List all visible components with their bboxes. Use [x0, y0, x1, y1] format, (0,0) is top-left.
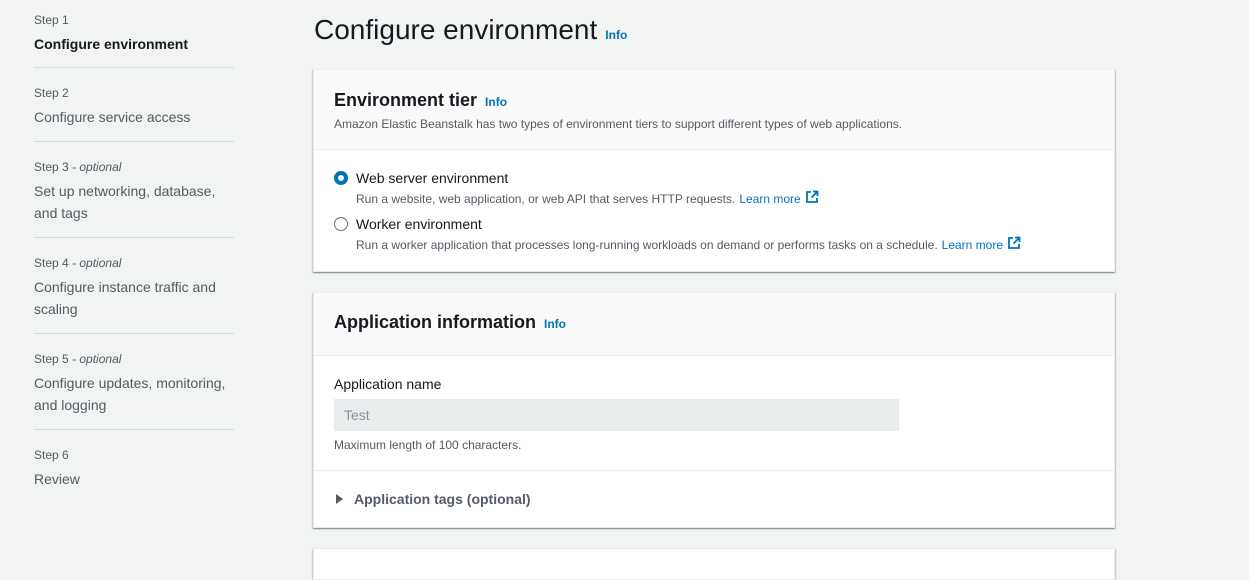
step-title[interactable]: Set up networking, database, and tags: [34, 180, 224, 224]
environment-tier-panel: Environment tier Info Amazon Elastic Bea…: [313, 69, 1115, 272]
step-4[interactable]: Step 4 - optional Configure instance tra…: [34, 238, 234, 334]
web-server-radio[interactable]: [334, 171, 348, 185]
application-name-input[interactable]: [334, 399, 899, 431]
expander-label: Application tags (optional): [354, 491, 531, 507]
step-label: Step 3 - optional: [34, 160, 122, 174]
application-name-section: Application name Maximum length of 100 c…: [314, 356, 1114, 471]
caret-right-icon: [336, 494, 343, 504]
radio-description: Run a worker application that processes …: [356, 236, 1021, 253]
info-link[interactable]: Info: [605, 28, 627, 42]
step-5[interactable]: Step 5 - optional Configure updates, mon…: [34, 334, 234, 430]
step-title[interactable]: Configure updates, monitoring, and loggi…: [34, 372, 234, 416]
application-name-hint: Maximum length of 100 characters.: [334, 438, 522, 452]
learn-more-link[interactable]: Learn more: [942, 238, 1003, 252]
step-title[interactable]: Review: [34, 468, 234, 490]
info-link[interactable]: Info: [485, 95, 507, 109]
worker-option[interactable]: Worker environment Run a worker applicat…: [334, 215, 1114, 253]
external-link-icon[interactable]: [1007, 236, 1021, 253]
step-title[interactable]: Configure service access: [34, 106, 234, 128]
step-1[interactable]: Step 1 Configure environment: [34, 12, 234, 68]
step-label: Step 1: [34, 13, 69, 27]
panel-title: Application information: [334, 312, 536, 332]
panel-title: Environment tier: [334, 90, 478, 110]
step-title[interactable]: Configure instance traffic and scaling: [34, 276, 229, 320]
worker-radio[interactable]: [334, 217, 348, 231]
radio-label: Worker environment: [356, 216, 482, 232]
panel-header: Environment tier Info Amazon Elastic Bea…: [314, 70, 1114, 150]
step-2[interactable]: Step 2 Configure service access: [34, 68, 234, 142]
steps-nav: Step 1 Configure environment Step 2 Conf…: [34, 12, 234, 490]
learn-more-link[interactable]: Learn more: [739, 192, 800, 206]
step-3[interactable]: Step 3 - optional Set up networking, dat…: [34, 142, 234, 238]
step-title: Configure environment: [34, 36, 189, 52]
radio-description: Run a website, web application, or web A…: [356, 190, 819, 207]
application-name-label: Application name: [334, 376, 442, 392]
application-information-panel: Application information Info Application…: [313, 292, 1115, 528]
panel-header: Application information Info: [314, 293, 1114, 356]
external-link-icon[interactable]: [805, 190, 819, 207]
step-label: Step 6: [34, 448, 69, 462]
info-link[interactable]: Info: [544, 317, 566, 331]
step-label: Step 4 - optional: [34, 256, 122, 270]
next-panel: [313, 548, 1115, 580]
step-label: Step 5 - optional: [34, 352, 122, 366]
page-title: Configure environment: [314, 14, 598, 45]
radio-label: Web server environment: [356, 170, 509, 186]
page-header: Configure environment Info: [314, 10, 627, 50]
web-server-option[interactable]: Web server environment Run a website, we…: [334, 169, 1114, 207]
application-tags-expander[interactable]: Application tags (optional): [314, 471, 1114, 507]
step-label: Step 2: [34, 86, 69, 100]
panel-description: Amazon Elastic Beanstalk has two types o…: [334, 117, 903, 131]
step-6[interactable]: Step 6 Review: [34, 430, 234, 490]
